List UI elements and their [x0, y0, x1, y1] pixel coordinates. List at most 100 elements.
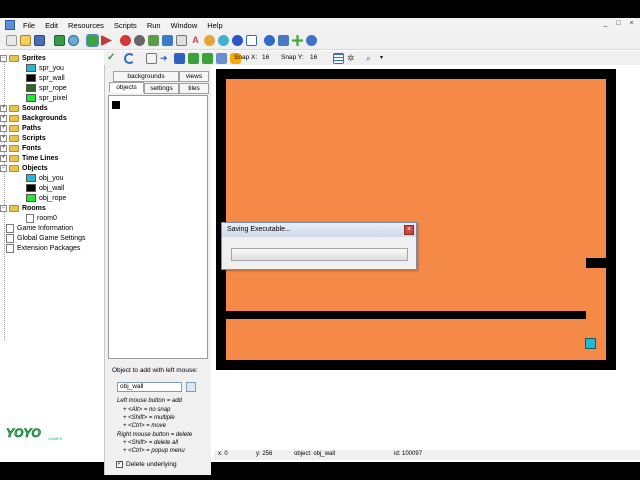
menu-edit[interactable]: Edit — [40, 21, 63, 30]
tab-views[interactable]: views — [179, 71, 209, 82]
tree-folder-paths[interactable]: + Paths — [0, 123, 41, 133]
svg-text:GAMES: GAMES — [48, 436, 63, 441]
tree-folder-rooms[interactable]: − Rooms — [0, 203, 46, 213]
object-icon — [26, 194, 36, 202]
expand-icon[interactable]: + — [0, 104, 7, 112]
menu-resources[interactable]: Resources — [63, 21, 109, 30]
player-object[interactable] — [585, 338, 596, 349]
tree-item-room0[interactable]: room0 — [26, 213, 57, 223]
tree-item-game-information[interactable]: Game Information — [6, 223, 73, 233]
progress-bar — [231, 248, 408, 261]
tree-item-obj-wall[interactable]: obj_wall — [26, 183, 64, 193]
create-object-icon[interactable] — [218, 35, 229, 46]
menu-scripts[interactable]: Scripts — [109, 21, 142, 30]
status-x: x: 0 — [218, 451, 228, 457]
tree-folder-objects[interactable]: − Objects — [0, 163, 48, 173]
wall-horizontal[interactable] — [226, 311, 586, 319]
menu-bar: File Edit Resources Scripts Run Window H… — [0, 18, 640, 32]
extensions-icon[interactable] — [278, 35, 289, 46]
room-icon — [26, 213, 34, 223]
sort-x-icon[interactable] — [174, 53, 185, 64]
grid-toggle-icon[interactable] — [333, 53, 344, 64]
tree-folder-time-lines[interactable]: + Time Lines — [0, 153, 58, 163]
tab-settings[interactable]: settings — [144, 83, 179, 94]
tree-item-global-game-settings[interactable]: Global Game Settings — [6, 233, 85, 243]
document-icon — [6, 223, 14, 233]
tree-item-spr-you[interactable]: spr_you — [26, 63, 64, 73]
room-toolbar: ✓ ➜ Snap X: 16 Snap Y: 16 ✲ ⌕ ▾ — [104, 51, 640, 65]
room-canvas[interactable] — [216, 69, 616, 370]
expand-icon[interactable]: + — [0, 134, 7, 142]
new-game-icon[interactable] — [6, 35, 17, 46]
undo-icon[interactable] — [124, 53, 135, 64]
create-timeline-icon[interactable] — [204, 35, 215, 46]
lock-all-icon[interactable] — [202, 53, 213, 64]
sort-y-icon[interactable] — [188, 53, 199, 64]
save-game-icon[interactable] — [34, 35, 45, 46]
shift-arrow-icon[interactable]: ➜ — [160, 53, 171, 64]
collapse-icon[interactable]: − — [0, 204, 7, 212]
saving-dialog: Saving Executable... × — [221, 222, 417, 270]
help-icon[interactable] — [306, 35, 317, 46]
tree-folder-fonts[interactable]: + Fonts — [0, 143, 41, 153]
publish-icon[interactable] — [68, 35, 79, 46]
close-button[interactable]: × — [627, 19, 636, 28]
expand-icon[interactable]: + — [0, 144, 7, 152]
tab-backgrounds[interactable]: backgrounds — [113, 71, 179, 82]
folder-icon — [9, 54, 19, 62]
maximize-button[interactable]: □ — [614, 19, 623, 28]
menu-window[interactable]: Window — [166, 21, 203, 30]
create-sound-icon[interactable] — [134, 35, 145, 46]
run-game-icon[interactable] — [86, 34, 99, 47]
menu-file[interactable]: File — [18, 21, 40, 30]
ok-check-icon[interactable]: ✓ — [107, 53, 118, 64]
create-executable-icon[interactable] — [54, 35, 65, 46]
tree-folder-backgrounds[interactable]: + Backgrounds — [0, 113, 67, 123]
debug-game-icon[interactable] — [101, 35, 112, 46]
open-game-icon[interactable] — [20, 35, 31, 46]
tree-item-spr-wall[interactable]: spr_wall — [26, 73, 65, 83]
create-font-icon[interactable]: A — [190, 35, 201, 46]
tree-item-obj-rope[interactable]: obj_rope — [26, 193, 66, 203]
game-settings-icon[interactable] — [246, 35, 257, 46]
tab-tiles[interactable]: tiles — [179, 83, 209, 94]
clear-room-icon[interactable] — [146, 53, 157, 64]
expand-icon[interactable]: + — [0, 154, 7, 162]
menu-run[interactable]: Run — [142, 21, 166, 30]
dialog-close-button[interactable]: × — [404, 225, 414, 235]
collapse-icon[interactable]: − — [0, 164, 7, 172]
minimize-button[interactable]: _ — [601, 19, 610, 28]
add-icon[interactable] — [292, 35, 303, 46]
zoom-icon[interactable]: ⌕ — [366, 53, 377, 64]
tree-item-obj-you[interactable]: obj_you — [26, 173, 64, 183]
collapse-icon[interactable]: − — [0, 54, 7, 62]
tree-item-extension-packages[interactable]: Extension Packages — [6, 243, 80, 253]
object-select-field[interactable]: obj_wall — [117, 382, 182, 392]
tree-item-spr-rope[interactable]: spr_rope — [26, 83, 67, 93]
unlock-all-icon[interactable] — [216, 53, 227, 64]
create-background-icon[interactable] — [148, 35, 159, 46]
game-info-icon[interactable] — [264, 35, 275, 46]
create-path-icon[interactable] — [162, 35, 173, 46]
create-sprite-icon[interactable] — [120, 35, 131, 46]
wall-right-ledge[interactable] — [586, 258, 606, 268]
sprite-icon — [26, 64, 36, 72]
object-select-button[interactable] — [186, 382, 196, 392]
create-room-icon[interactable] — [232, 35, 243, 46]
menu-help[interactable]: Help — [202, 21, 227, 30]
tree-folder-sounds[interactable]: + Sounds — [0, 103, 48, 113]
isometric-grid-icon[interactable]: ✲ — [347, 53, 358, 64]
tab-objects[interactable]: objects — [109, 82, 144, 93]
snap-x-input[interactable]: 16 — [262, 54, 269, 61]
tree-item-spr-pixel[interactable]: spr_pixel — [26, 93, 67, 103]
package-icon — [6, 243, 14, 253]
zoom-dropdown-icon[interactable]: ▾ — [380, 54, 383, 61]
tree-folder-sprites[interactable]: − Sprites — [0, 53, 46, 63]
expand-icon[interactable]: + — [0, 114, 7, 122]
snap-y-input[interactable]: 16 — [310, 54, 317, 61]
expand-icon[interactable]: + — [0, 124, 7, 132]
help-line: + <Alt> = no snap — [123, 407, 171, 413]
delete-underlying-checkbox[interactable]: ✓ — [116, 461, 123, 468]
create-script-icon[interactable] — [176, 35, 187, 46]
tree-folder-scripts[interactable]: + Scripts — [0, 133, 46, 143]
